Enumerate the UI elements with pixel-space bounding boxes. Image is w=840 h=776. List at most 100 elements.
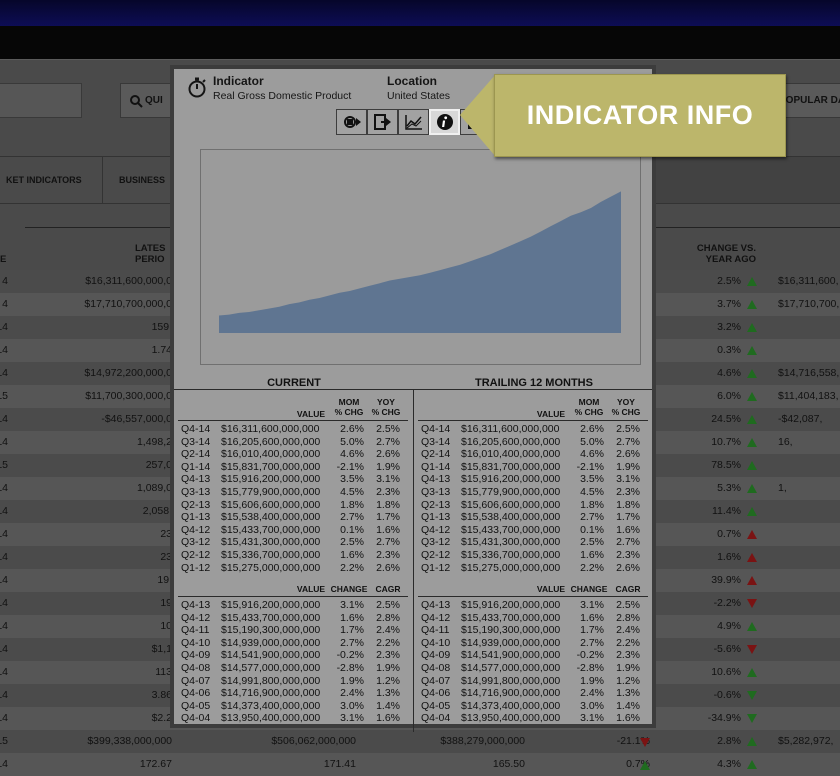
chart-button[interactable] xyxy=(398,109,429,135)
column-header-yoy: YOY % CHG xyxy=(611,397,641,417)
yoy-change-cell: -0.6% xyxy=(713,689,741,701)
history-cagr: 2.5% xyxy=(616,599,640,611)
trend-arrow-icon xyxy=(747,668,757,677)
prior-cell: $388,279,000,000 xyxy=(440,735,525,747)
quarter-mom: 1.6% xyxy=(340,549,364,561)
indicator-popup: Indicator Real Gross Domestic Product Lo… xyxy=(170,65,656,732)
quarter-mom: 2.2% xyxy=(580,561,604,574)
yoy-change-cell: 4.3% xyxy=(717,758,741,770)
quarter-label: Q1-12 xyxy=(421,561,451,574)
period-cell: 14 xyxy=(0,413,8,425)
quarter-yoy: 1.9% xyxy=(376,460,400,473)
yoy-change-cell: -2.2% xyxy=(713,597,741,609)
table-row[interactable]: 14172.67171.41165.500.7%4.3% xyxy=(0,753,840,776)
history-label: Q4-08 xyxy=(421,662,451,674)
period-cell: 14 xyxy=(0,643,8,655)
table-row[interactable]: 15 $399,338,000,000 $506,062,000,000 $388,2… xyxy=(0,730,840,753)
trend-arrow-icon xyxy=(747,691,757,700)
tab-market-indicators[interactable]: KET INDICATORS xyxy=(0,157,103,203)
column-header-latest: LATES PERIO xyxy=(135,243,166,265)
quarter-mom: 4.6% xyxy=(340,448,364,461)
history-label: Q4-08 xyxy=(181,662,211,674)
tab-business[interactable]: BUSINESS xyxy=(103,157,173,203)
history-value: $15,190,300,000,000 xyxy=(461,624,561,637)
quarter-label: Q3-13 xyxy=(181,486,211,498)
stopwatch-icon xyxy=(188,77,206,98)
quarter-mom: 2.7% xyxy=(580,511,604,524)
trend-arrow-icon xyxy=(747,714,757,723)
quarter-value: $15,606,600,000,000 xyxy=(461,498,561,511)
quarter-label: Q3-14 xyxy=(181,435,211,448)
quarter-value: $15,433,700,000,000 xyxy=(461,523,561,536)
quarter-mom: 2.7% xyxy=(340,511,364,524)
chart-svg xyxy=(219,191,621,333)
export-button[interactable] xyxy=(367,109,398,135)
history-cagr: 1.4% xyxy=(616,699,640,712)
year-ago-cell: -$42,087, xyxy=(778,413,823,425)
quarter-value: $16,311,600,000,000 xyxy=(221,423,320,435)
search-input[interactable] xyxy=(0,83,82,118)
quarter-value: $15,831,700,000,000 xyxy=(221,460,321,473)
history-label: Q4-09 xyxy=(421,649,451,662)
indicator-info-button[interactable] xyxy=(429,109,460,135)
period-cell: 14 xyxy=(0,551,8,563)
period-cell: 14 xyxy=(0,758,8,770)
trend-arrow-icon xyxy=(747,645,757,654)
quarter-yoy: 1.6% xyxy=(376,523,400,536)
quarter-label: Q3-14 xyxy=(421,435,451,448)
latest-cell: 1,498,2 xyxy=(136,436,172,448)
history-change: 1.9% xyxy=(580,674,604,687)
history-label: Q4-09 xyxy=(181,649,211,662)
quarter-label: Q4-14 xyxy=(181,423,211,435)
quarter-label: Q4-13 xyxy=(421,473,451,486)
quarter-value: $16,010,400,000,000 xyxy=(221,448,321,461)
latest-cell: 172.67 xyxy=(139,758,172,770)
trend-arrow-icon xyxy=(640,738,650,747)
period-cell: 14 xyxy=(0,367,8,379)
quarter-yoy: 2.3% xyxy=(616,486,640,498)
quarter-label: Q3-13 xyxy=(421,486,451,498)
history-change: 1.6% xyxy=(340,611,364,624)
period-cell: 15 xyxy=(0,735,8,747)
tab-label: KET INDICATORS xyxy=(6,175,82,185)
quarter-mom: -2.1% xyxy=(576,460,604,473)
header-divider xyxy=(655,227,840,228)
latest-cell: 2,058. xyxy=(142,505,172,517)
quarter-label: Q4-13 xyxy=(181,473,211,486)
yoy-change-cell: 5.3% xyxy=(717,482,741,494)
quarter-value: $15,336,700,000,000 xyxy=(221,549,321,561)
quarter-yoy: 1.9% xyxy=(616,460,640,473)
trend-arrow-icon xyxy=(747,323,757,332)
history-value: $14,541,900,000,000 xyxy=(461,649,561,662)
history-cagr: 2.3% xyxy=(616,649,640,662)
quarter-value: $15,916,200,000,000 xyxy=(221,473,321,486)
quick-search-button[interactable]: QUI xyxy=(120,83,172,118)
latest-cell: -$46,557,000,0 xyxy=(101,413,172,425)
compare-button[interactable] xyxy=(336,109,367,135)
history-cagr: 2.5% xyxy=(376,599,400,611)
quarter-value: $16,010,400,000,000 xyxy=(461,448,561,461)
latest-cell: 159. xyxy=(151,321,172,333)
quarter-yoy: 1.7% xyxy=(616,511,640,524)
quarter-mom: 2.6% xyxy=(580,423,604,435)
column-header-period: E xyxy=(0,254,7,265)
trend-arrow-icon xyxy=(747,484,757,493)
history-value: $14,991,800,000,000 xyxy=(221,674,321,687)
quarter-value: $15,275,000,000,000 xyxy=(461,561,561,574)
period-cell: 4 xyxy=(2,298,8,310)
quarter-mom: 4.6% xyxy=(580,448,604,461)
history-label: Q4-12 xyxy=(421,611,451,624)
history-value: $14,716,900,000,000 xyxy=(221,687,321,700)
trend-arrow-icon xyxy=(747,461,757,470)
quarter-label: Q4-12 xyxy=(181,523,211,536)
latest-cell: $399,338,000,000 xyxy=(87,735,172,747)
trend-arrow-icon xyxy=(747,622,757,631)
year-ago-cell: 16, xyxy=(778,436,793,448)
trend-arrow-icon xyxy=(747,277,757,286)
quarter-value: $15,275,000,000,000 xyxy=(221,561,321,574)
callout-text: INDICATOR INFO xyxy=(526,100,754,130)
quarter-yoy: 3.1% xyxy=(616,473,640,486)
latest-cell: $2.2 xyxy=(151,712,172,724)
year-ago-cell: 1, xyxy=(778,482,787,494)
trend-arrow-icon xyxy=(747,346,757,355)
